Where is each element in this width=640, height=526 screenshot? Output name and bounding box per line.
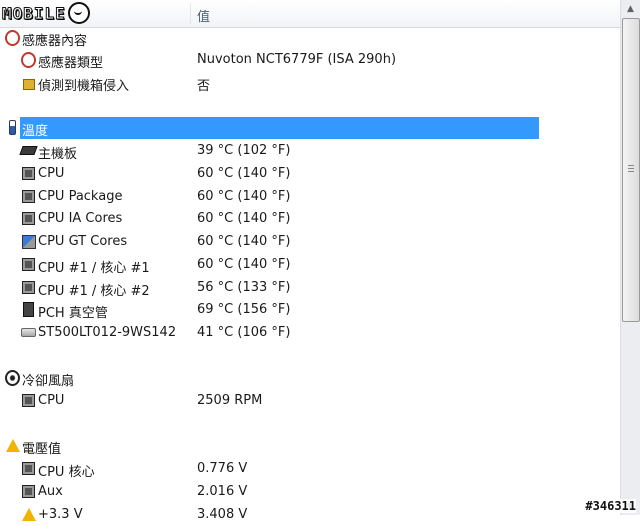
- item-value: 69 °C (156 °F): [197, 302, 291, 317]
- cpu-icon: [21, 461, 36, 476]
- grip-icon: [628, 165, 634, 172]
- list-item[interactable]: 感應器類型 Nuvoton NCT6779F (ISA 290h): [0, 49, 620, 71]
- item-value: 2509 RPM: [197, 393, 263, 408]
- lock-icon: [21, 75, 36, 90]
- vertical-scrollbar[interactable]: ▲ ▼: [620, 0, 640, 515]
- item-value: 60 °C (140 °F): [197, 166, 291, 181]
- scroll-up-arrow-icon[interactable]: ▲: [621, 0, 640, 17]
- list-item[interactable]: CPU 60 °C (140 °F): [0, 163, 620, 185]
- item-value: 0.776 V: [197, 461, 248, 476]
- sensor-icon: [5, 29, 20, 46]
- group-title: 溫度: [22, 124, 49, 139]
- item-value: 41 °C (106 °F): [197, 325, 291, 340]
- item-value: 60 °C (140 °F): [197, 257, 291, 272]
- list-item[interactable]: CPU #1 / 核心 #2 56 °C (133 °F): [0, 277, 620, 299]
- cpu-icon: [21, 393, 36, 408]
- smiley-icon: [67, 2, 90, 24]
- item-value: 60 °C (140 °F): [197, 189, 291, 204]
- item-label: 感應器類型: [38, 56, 104, 71]
- gpu-icon: [21, 234, 36, 249]
- item-value: 56 °C (133 °F): [197, 280, 291, 295]
- scroll-thumb[interactable]: [622, 18, 640, 322]
- group-title: 感應器內容: [22, 34, 88, 49]
- list-item[interactable]: 主機板 39 °C (102 °F): [0, 140, 620, 162]
- item-label: CPU: [38, 393, 65, 408]
- item-label: CPU: [38, 166, 65, 181]
- item-value: 60 °C (140 °F): [197, 234, 291, 249]
- cpu-icon: [21, 211, 36, 226]
- item-label: 偵測到機箱侵入: [38, 79, 130, 94]
- list-header: MOBILE 值: [0, 0, 620, 28]
- list-item[interactable]: CPU 核心 0.776 V: [0, 458, 620, 480]
- item-label: PCH 真空管: [38, 306, 108, 321]
- group-cooling-fans[interactable]: 冷卻風扇: [0, 367, 620, 389]
- group-title: 冷卻風扇: [22, 374, 75, 389]
- list-item[interactable]: PCH 真空管 69 °C (156 °F): [0, 299, 620, 321]
- group-sensor-properties[interactable]: 感應器內容: [0, 27, 620, 49]
- value-column-header[interactable]: 值: [197, 6, 210, 25]
- mobile01-logo: MOBILE: [2, 2, 90, 24]
- selection-highlight: [20, 117, 539, 139]
- item-label: CPU Package: [38, 189, 123, 204]
- cpu-icon: [21, 484, 36, 499]
- thermometer-icon: [5, 120, 20, 135]
- item-value: 39 °C (102 °F): [197, 143, 291, 158]
- item-label: CPU #1 / 核心 #1: [38, 261, 150, 276]
- item-label: ST500LT012-9WS142: [38, 325, 177, 340]
- logo-text: MOBILE: [2, 3, 66, 23]
- item-label: Aux: [38, 484, 63, 499]
- list-item[interactable]: CPU #1 / 核心 #1 60 °C (140 °F): [0, 254, 620, 276]
- chipset-icon: [21, 302, 36, 317]
- list-item[interactable]: Aux 2.016 V: [0, 481, 620, 503]
- list-item[interactable]: CPU 2509 RPM: [0, 390, 620, 412]
- item-value: 2.016 V: [197, 484, 248, 499]
- list-item[interactable]: +3.3 V 3.408 V: [0, 504, 620, 526]
- item-label: CPU GT Cores: [38, 234, 128, 249]
- list-item[interactable]: ST500LT012-9WS142 41 °C (106 °F): [0, 322, 620, 344]
- column-separator[interactable]: [190, 3, 191, 24]
- watermark: #346311: [585, 499, 636, 513]
- cpu-icon: [21, 189, 36, 204]
- item-value: 否: [197, 79, 211, 94]
- group-voltages[interactable]: 電壓值: [0, 435, 620, 457]
- warning-icon: [5, 438, 20, 453]
- list-item[interactable]: CPU Package 60 °C (140 °F): [0, 186, 620, 208]
- hard-disk-icon: [21, 325, 36, 340]
- item-label: 主機板: [38, 147, 78, 162]
- list-item[interactable]: CPU GT Cores 60 °C (140 °F): [0, 231, 620, 253]
- item-label: CPU #1 / 核心 #2: [38, 284, 150, 299]
- cpu-icon: [21, 257, 36, 272]
- item-value: Nuvoton NCT6779F (ISA 290h): [197, 52, 397, 67]
- sensor-icon: [21, 51, 36, 68]
- group-temperature[interactable]: 溫度: [0, 117, 620, 139]
- item-label: CPU IA Cores: [38, 211, 123, 226]
- fan-icon: [5, 369, 20, 386]
- group-title: 電壓值: [22, 442, 62, 457]
- cpu-icon: [21, 280, 36, 295]
- list-item[interactable]: 偵測到機箱侵入 否: [0, 72, 620, 94]
- item-value: 60 °C (140 °F): [197, 211, 291, 226]
- list-item[interactable]: CPU IA Cores 60 °C (140 °F): [0, 208, 620, 230]
- cpu-icon: [21, 166, 36, 181]
- item-label: CPU 核心: [38, 465, 95, 480]
- motherboard-icon: [19, 143, 38, 158]
